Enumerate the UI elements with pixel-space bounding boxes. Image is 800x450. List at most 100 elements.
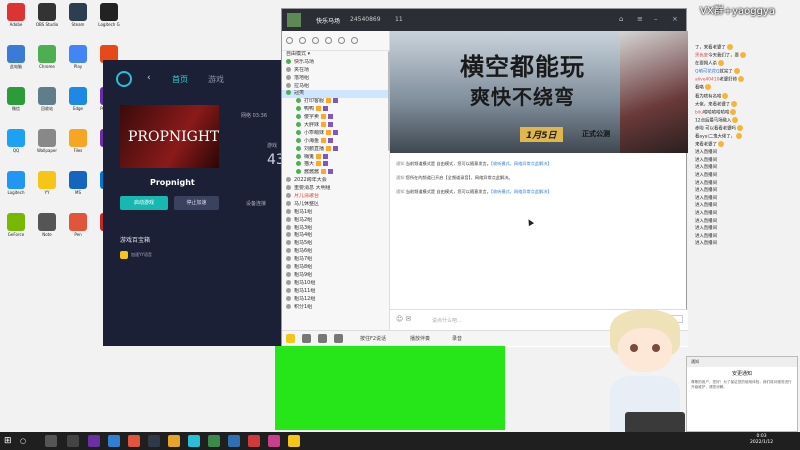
desktop-icon[interactable]: GeForce [2,213,30,242]
channel-item[interactable]: 小乖萌妹 [282,129,389,138]
channel-item[interactable]: 酱酱酱 [282,169,389,177]
desktop-icon[interactable]: Files [64,129,92,158]
speaker-icon[interactable] [302,334,311,343]
app-red-icon[interactable] [248,435,260,447]
desktop-icon[interactable]: MS [64,171,92,200]
desktop-icon[interactable]: Wallpaper [33,129,61,158]
channel-item[interactable]: 快乐马场 [282,58,389,67]
start-game-button[interactable]: 启动游戏 [120,196,168,210]
search-icon[interactable] [286,37,293,44]
notice-link[interactable]: 【收听模式，网络异常点此解决】 [491,189,552,194]
channel-item[interactable]: 粗马3组 [282,224,389,233]
channel-item[interactable]: 粗马12组 [282,295,389,304]
channel-item[interactable]: 月儿清歌台 [282,193,389,201]
channel-item[interactable]: 冠夷 [282,90,389,99]
channel-item[interactable]: 2022跨年大会 [282,177,389,185]
premiere-icon[interactable] [88,435,100,447]
yy-accelerate-link[interactable]: 加速YY语音 [131,252,152,258]
back-button[interactable]: ‹ [147,73,151,83]
channel-item[interactable]: 粗马4组 [282,232,389,240]
channel-item[interactable]: 嗨鬼 [282,153,389,162]
desktop-icon[interactable]: QQ [2,129,30,158]
channel-item[interactable]: 粗马7组 [282,256,389,264]
home-icon[interactable]: ⌂ [619,15,628,24]
channel-icon [286,287,291,293]
chrome-icon[interactable] [128,435,140,447]
channel-item[interactable]: 马儿休整区 [282,200,389,209]
channel-item[interactable]: 傻字卖 [282,114,389,122]
channel-item[interactable]: 粗马10组 [282,279,389,288]
record-button[interactable]: 录音 [452,335,462,342]
desktop-icon[interactable]: Play [64,45,92,74]
channel-item[interactable]: 粗马6组 [282,248,389,256]
device-connect-button[interactable]: 设备连接 [246,200,266,207]
desktop-icon[interactable]: Adobe [2,3,30,32]
channel-item[interactable]: 打印客服 [282,98,389,106]
play-accompaniment-button[interactable]: 播放伴奏 [410,335,430,342]
desktop-icon[interactable]: Steam [64,3,92,32]
notice-link[interactable]: 【收听模式，网络异常点此解决】 [491,161,552,166]
channel-item[interactable]: 落地组 [282,74,389,83]
notification-popup[interactable]: 通知 安更通知 尊敬的用户，您好！为了保证您的使用体验，我们将对服务进行升级维护… [686,356,798,432]
desktop-icon[interactable]: Note [33,213,61,242]
search-icon[interactable]: ○ [20,437,26,445]
add-icon[interactable] [350,37,358,44]
desktop-icon[interactable]: Pen [64,213,92,242]
channel-item[interactable]: 积分1组 [282,303,389,312]
stop-accelerate-button[interactable]: 停止加速 [174,196,219,210]
folder-icon[interactable] [168,435,180,447]
desktop-icon[interactable]: 此电脑 [2,45,30,74]
steam-icon[interactable] [148,435,160,447]
tab-home[interactable]: 首页 [172,74,188,85]
lock-icon[interactable] [337,37,345,44]
share-icon[interactable] [311,37,319,44]
channel-item[interactable]: 重要消息 大明组 [282,185,389,193]
equalizer-icon[interactable] [334,334,343,343]
chat-input[interactable]: 说点什么吧... [432,317,462,324]
channel-item[interactable]: 夹在场 [282,66,389,75]
edge-icon[interactable] [108,435,120,447]
close-icon[interactable]: × [672,15,681,24]
badge-icon [333,98,339,104]
desktop-icon[interactable]: Logitech G [95,3,123,32]
channel-item[interactable]: 粗马8组 [282,264,389,272]
channel-item[interactable]: 粗马1组 [282,208,389,217]
tab-games[interactable]: 游戏 [208,74,224,85]
channel-item-label: 冠夷 [294,90,305,97]
channel-item[interactable]: 猫大 [282,161,389,169]
emoji-icon[interactable]: ☺ ✉ [396,315,411,323]
user-icon[interactable] [324,37,332,44]
settings-icon[interactable] [298,37,306,44]
channel-item[interactable]: 自由模式 ▾ [282,51,389,59]
yy-icon[interactable] [288,435,300,447]
channel-item[interactable]: 大胖妹 [282,122,389,130]
desktop-icon[interactable]: 回收站 [33,87,61,116]
wechat-icon[interactable] [208,435,220,447]
channel-item[interactable]: 小海鱼 [282,137,389,146]
desktop-icon[interactable]: Edge [64,87,92,116]
channel-item[interactable]: 粗马2组 [282,216,389,225]
ad-banner[interactable]: 横空都能玩 爽快不绕弯 1月5日 正式公测 [390,31,688,153]
desktop-icon[interactable]: Logitech [2,171,30,200]
channel-item[interactable]: 粗马11组 [282,287,389,296]
desktop-icon[interactable]: YY [33,171,61,200]
accelerator-icon[interactable] [188,435,200,447]
app-pink-icon[interactable] [268,435,280,447]
task-view-icon[interactable] [45,435,57,447]
menu-icon[interactable]: ≡ [637,15,646,24]
obs-icon[interactable] [67,435,79,447]
desktop-icon[interactable]: Chrome [33,45,61,74]
mic-icon[interactable] [318,334,327,343]
channel-item[interactable]: 粗马9组 [282,271,389,280]
minimize-icon[interactable]: – [654,15,663,24]
push-to-talk-button[interactable]: 按住F2说话 [360,335,386,342]
channel-item[interactable]: 刘鹏直播 [282,145,389,154]
channel-item[interactable]: 鸭鸭 [282,106,389,114]
desktop-icon[interactable]: OBS Studio [33,3,61,32]
desktop-icon-label: Edge [72,106,84,111]
desktop-icon[interactable]: 微信 [2,87,30,116]
channel-item[interactable]: 粗马5组 [282,240,389,248]
windows-start-icon[interactable]: ⊞ [4,436,14,446]
mail-icon[interactable] [228,435,240,447]
channel-item[interactable]: 拉马组 [282,82,389,91]
